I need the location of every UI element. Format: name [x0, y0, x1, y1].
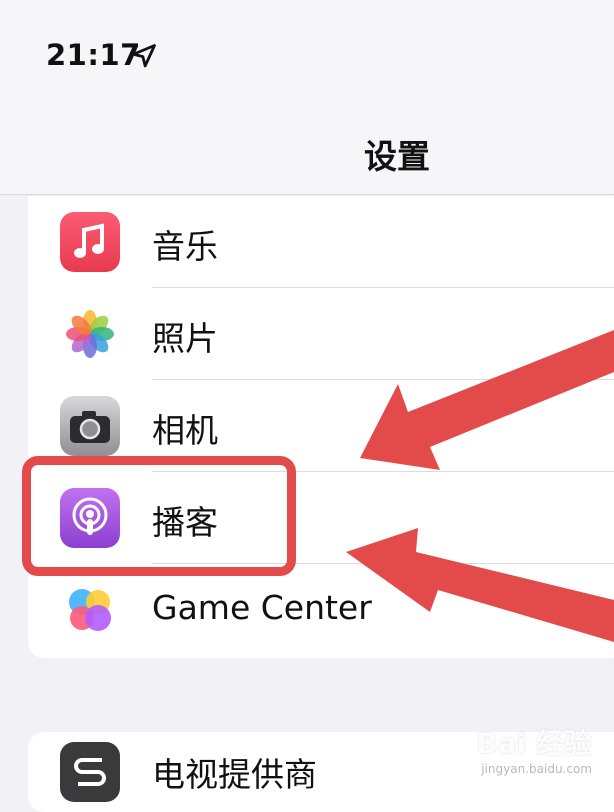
settings-row-music[interactable]: 音乐: [28, 196, 614, 288]
settings-row-label: 音乐: [152, 227, 218, 266]
photos-icon: [60, 304, 120, 364]
music-icon: [60, 212, 120, 272]
watermark-logo: Bai 经验: [476, 727, 592, 760]
game-center-icon: [60, 580, 120, 640]
tv-provider-icon: [60, 742, 120, 802]
location-arrow-icon: [132, 44, 156, 68]
settings-row-label: 相机: [152, 411, 218, 450]
status-bar: 21:17: [0, 0, 614, 110]
watermark-url: jingyan.baidu.com: [481, 762, 592, 776]
camera-icon: [60, 396, 120, 456]
settings-row-photos[interactable]: 照片: [28, 288, 614, 380]
page-title: 设置: [364, 137, 430, 176]
navigation-bar: 设置: [0, 110, 614, 195]
highlight-box: [22, 456, 296, 576]
watermark: Bai 经验 jingyan.baidu.com: [476, 722, 592, 776]
status-time: 21:17: [46, 38, 141, 72]
settings-row-label: Game Center: [152, 588, 372, 627]
settings-row-label: 照片: [152, 319, 218, 358]
settings-group-apps: 音乐 照片 相机 播客 Game Center: [28, 196, 614, 658]
settings-row-game-center[interactable]: Game Center: [28, 564, 614, 656]
settings-row-label: 电视提供商: [152, 755, 317, 794]
